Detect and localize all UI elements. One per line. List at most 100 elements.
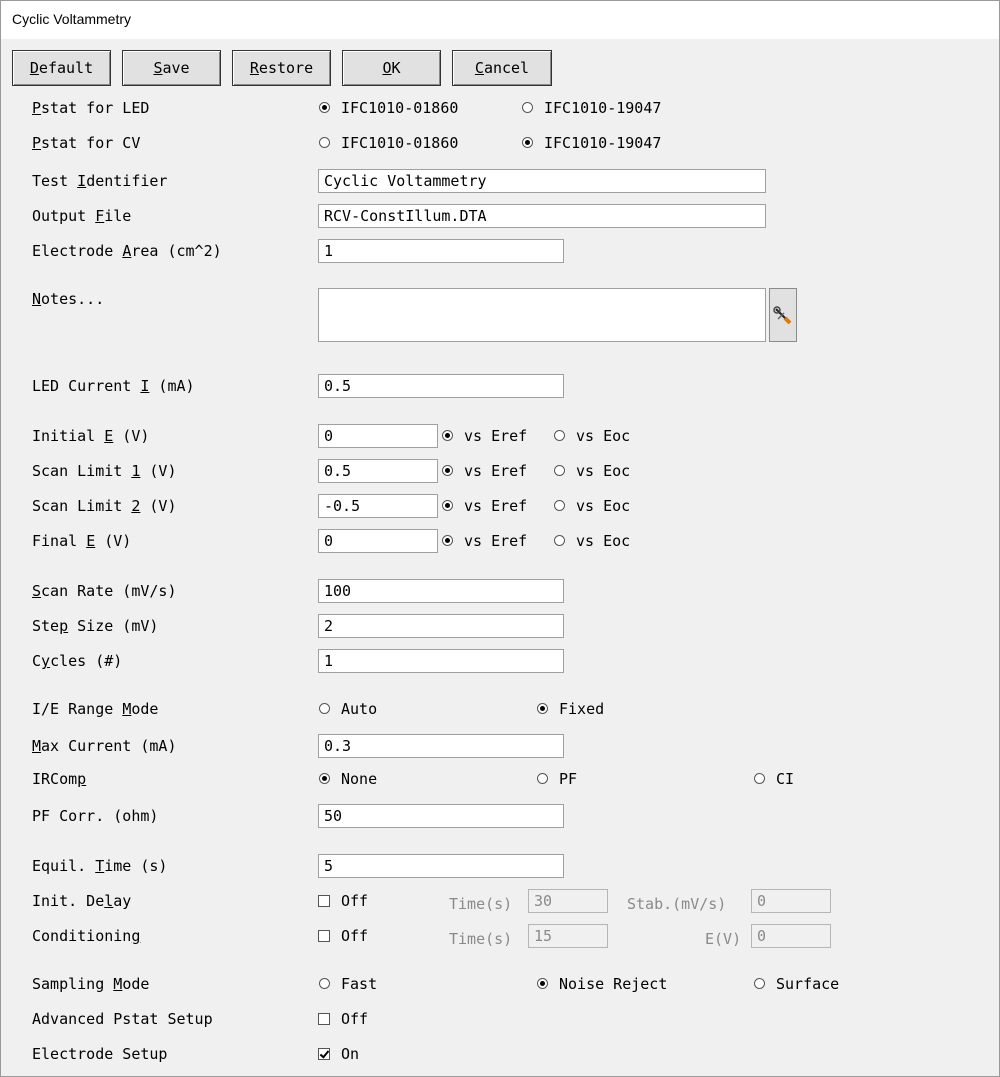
scan-limit-1-vs-eref-label[interactable]: vs Eref	[464, 462, 527, 480]
conditioning-time-input[interactable]: 15	[528, 924, 608, 948]
scan-limit-1-input[interactable]: 0.5	[318, 459, 438, 483]
ircomp-ci-radio[interactable]	[754, 773, 765, 784]
pstat-cv-option-0[interactable]: IFC1010-01860	[341, 134, 458, 152]
output-file-input[interactable]: RCV-ConstIllum.DTA	[318, 204, 766, 228]
max-current-input[interactable]: 0.3	[318, 734, 564, 758]
ircomp-none-radio[interactable]	[319, 773, 330, 784]
init-delay-check-label[interactable]: Off	[341, 892, 368, 910]
initial-e-vs-eoc-radio[interactable]	[554, 430, 565, 441]
wrench-screwdriver-icon	[773, 306, 792, 325]
init-delay-label: Init. Delay	[32, 892, 132, 910]
test-identifier-input[interactable]: Cyclic Voltammetry	[318, 169, 766, 193]
electrode-area-input[interactable]: 1	[318, 239, 564, 263]
final-e-vs-eref-label[interactable]: vs Eref	[464, 532, 527, 550]
ircomp-ci-label[interactable]: CI	[776, 770, 794, 788]
led-current-label: LED Current I (mA)	[32, 377, 195, 395]
ie-range-fixed-radio[interactable]	[537, 703, 548, 714]
conditioning-e-label: E(V)	[705, 930, 742, 948]
cycles-label: Cycles (#)	[32, 652, 123, 670]
scan-limit-2-input[interactable]: -0.5	[318, 494, 438, 518]
scan-limit-1-label: Scan Limit 1 (V)	[32, 462, 177, 480]
initial-e-vs-eref-radio[interactable]	[442, 430, 453, 441]
ie-range-mode-label: I/E Range Mode	[32, 700, 159, 718]
scan-limit-1-vs-eoc-radio[interactable]	[554, 465, 565, 476]
final-e-vs-eoc-radio[interactable]	[554, 535, 565, 546]
initial-e-input[interactable]: 0	[318, 424, 438, 448]
test-identifier-label: Test Identifier	[32, 172, 168, 190]
final-e-input[interactable]: 0	[318, 529, 438, 553]
scan-limit-2-vs-eoc-label[interactable]: vs Eoc	[576, 497, 630, 515]
scan-limit-2-vs-eref-label[interactable]: vs Eref	[464, 497, 527, 515]
step-size-label: Step Size (mV)	[32, 617, 159, 635]
electrode-setup-check-label[interactable]: On	[341, 1045, 359, 1063]
pstat-cv-radio-0[interactable]	[319, 137, 330, 148]
pstat-led-radio-0[interactable]	[319, 102, 330, 113]
equil-time-input[interactable]: 5	[318, 854, 564, 878]
cancel-button[interactable]: Cancel	[452, 50, 552, 86]
conditioning-time-label: Time(s)	[449, 930, 513, 948]
initial-e-vs-eref-label[interactable]: vs Eref	[464, 427, 527, 445]
pstat-led-option-0[interactable]: IFC1010-01860	[341, 99, 458, 117]
led-current-input[interactable]: 0.5	[318, 374, 564, 398]
sampling-noise-reject-radio[interactable]	[537, 978, 548, 989]
ie-range-auto-label[interactable]: Auto	[341, 700, 377, 718]
restore-button[interactable]: Restore	[232, 50, 331, 86]
max-current-label: Max Current (mA)	[32, 737, 177, 755]
equil-time-label: Equil. Time (s)	[32, 857, 168, 875]
ircomp-pf-radio[interactable]	[537, 773, 548, 784]
initial-e-vs-eoc-label[interactable]: vs Eoc	[576, 427, 630, 445]
ok-button[interactable]: OK	[342, 50, 441, 86]
final-e-vs-eref-radio[interactable]	[442, 535, 453, 546]
sampling-noise-reject-label[interactable]: Noise Reject	[559, 975, 667, 993]
ie-range-auto-radio[interactable]	[319, 703, 330, 714]
notes-edit-button[interactable]	[769, 288, 797, 342]
init-delay-time-label: Time(s)	[449, 895, 513, 913]
scan-limit-1-vs-eref-radio[interactable]	[442, 465, 453, 476]
advanced-pstat-check-label[interactable]: Off	[341, 1010, 368, 1028]
notes-textarea[interactable]	[318, 288, 766, 342]
ircomp-pf-label[interactable]: PF	[559, 770, 577, 788]
pstat-led-option-1[interactable]: IFC1010-19047	[544, 99, 661, 117]
scan-limit-2-vs-eoc-radio[interactable]	[554, 500, 565, 511]
conditioning-e-input[interactable]: 0	[751, 924, 831, 948]
pf-corr-label: PF Corr. (ohm)	[32, 807, 159, 825]
sampling-surface-radio[interactable]	[754, 978, 765, 989]
cycles-input[interactable]: 1	[318, 649, 564, 673]
conditioning-check-label[interactable]: Off	[341, 927, 368, 945]
sampling-surface-label[interactable]: Surface	[776, 975, 839, 993]
pstat-cv-radio-1[interactable]	[522, 137, 533, 148]
window-title: Cyclic Voltammetry	[12, 11, 132, 27]
scan-limit-2-label: Scan Limit 2 (V)	[32, 497, 177, 515]
init-delay-checkbox[interactable]	[318, 895, 330, 907]
final-e-vs-eoc-label[interactable]: vs Eoc	[576, 532, 630, 550]
pstat-cv-label: Pstat for CV	[32, 134, 141, 152]
electrode-setup-checkbox[interactable]	[318, 1048, 330, 1060]
init-delay-stab-label: Stab.(mV/s)	[627, 895, 727, 913]
scan-rate-label: Scan Rate (mV/s)	[32, 582, 177, 600]
advanced-pstat-checkbox[interactable]	[318, 1013, 330, 1025]
ie-range-fixed-label[interactable]: Fixed	[559, 700, 604, 718]
scan-limit-1-vs-eoc-label[interactable]: vs Eoc	[576, 462, 630, 480]
sampling-mode-label: Sampling Mode	[32, 975, 150, 993]
ircomp-label: IRComp	[32, 770, 87, 788]
init-delay-stab-input[interactable]: 0	[751, 889, 831, 913]
pstat-led-radio-1[interactable]	[522, 102, 533, 113]
ircomp-none-label[interactable]: None	[341, 770, 377, 788]
save-button[interactable]: Save	[122, 50, 221, 86]
default-button[interactable]: Default	[12, 50, 111, 86]
sampling-fast-label[interactable]: Fast	[341, 975, 377, 993]
notes-label: Notes...	[32, 290, 105, 308]
final-e-label: Final E (V)	[32, 532, 132, 550]
initial-e-label: Initial E (V)	[32, 427, 150, 445]
sampling-fast-radio[interactable]	[319, 978, 330, 989]
pf-corr-input[interactable]: 50	[318, 804, 564, 828]
electrode-area-label: Electrode Area (cm^2)	[32, 242, 222, 260]
scan-limit-2-vs-eref-radio[interactable]	[442, 500, 453, 511]
cyclic-voltammetry-window: Cyclic Voltammetry Default Save Restore …	[0, 0, 1000, 1077]
init-delay-time-input[interactable]: 30	[528, 889, 608, 913]
scan-rate-input[interactable]: 100	[318, 579, 564, 603]
step-size-input[interactable]: 2	[318, 614, 564, 638]
conditioning-checkbox[interactable]	[318, 930, 330, 942]
pstat-cv-option-1[interactable]: IFC1010-19047	[544, 134, 661, 152]
conditioning-label: Conditioning	[32, 927, 141, 945]
